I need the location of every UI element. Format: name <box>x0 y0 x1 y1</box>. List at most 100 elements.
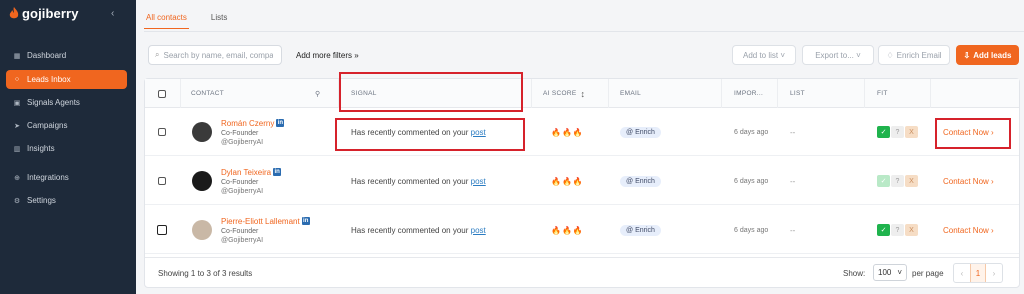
sidebar-item-label: Settings <box>27 196 56 205</box>
sidebar-item-integrations[interactable]: ⊕ Integrations <box>6 168 127 187</box>
ai-score-flames: 🔥🔥🔥 <box>551 127 584 137</box>
col-signal[interactable]: SIGNAL <box>351 79 377 108</box>
contact-role: Co-Founder <box>221 129 259 137</box>
add-leads-label: Add leads <box>973 50 1012 60</box>
row-checkbox[interactable] <box>158 177 166 185</box>
fit-yes-button[interactable]: ✓ <box>877 126 890 138</box>
sidebar: gojiberry ‹ ▦ Dashboard ○ Leads Inbox ▣ … <box>0 0 136 294</box>
sidebar-item-campaigns[interactable]: ➤ Campaigns <box>6 116 127 135</box>
table-header: CONTACT ⚲ SIGNAL AI SCORE ↕ EMAIL IMPOR.… <box>145 79 1019 108</box>
search-box[interactable]: ⌕ <box>148 45 282 65</box>
results-count: Showing 1 to 3 of 3 results <box>158 269 253 278</box>
imported-date: 6 days ago <box>734 128 769 136</box>
signal-post-link[interactable]: post <box>471 177 486 186</box>
ai-score-flames: 🔥🔥🔥 <box>551 225 584 235</box>
col-list[interactable]: LIST <box>790 79 805 108</box>
fit-unknown-button[interactable]: ? <box>891 175 904 187</box>
col-import[interactable]: IMPOR... <box>734 79 763 108</box>
select-all-cell <box>158 79 166 108</box>
contact-company: @GojiberryAI <box>221 187 264 195</box>
sidebar-item-leads-inbox[interactable]: ○ Leads Inbox <box>6 70 127 89</box>
contact-company: @GojiberryAI <box>221 138 264 146</box>
table-row[interactable]: Dylan Teixeira in Co-Founder @GojiberryAI… <box>145 157 1019 205</box>
robot-icon: ▣ <box>13 99 21 107</box>
sort-icon[interactable]: ↕ <box>580 89 585 99</box>
col-contact[interactable]: CONTACT <box>191 79 224 108</box>
tab-lists[interactable]: Lists <box>209 8 229 29</box>
filter-icon[interactable]: ⚲ <box>315 79 320 108</box>
col-ai-score[interactable]: AI SCORE ↕ <box>543 79 585 108</box>
search-icon: ⌕ <box>155 50 160 59</box>
inbox-icon: ○ <box>14 76 20 83</box>
contact-company: @GojiberryAI <box>221 236 264 244</box>
fit-buttons: ✓ ? X <box>877 224 918 236</box>
row-checkbox[interactable] <box>158 128 166 136</box>
chevron-down-icon: ˅ <box>897 268 902 277</box>
avatar <box>192 220 212 240</box>
table-row[interactable]: Pierre-Eliott Lallemant in Co-Founder @Go… <box>145 206 1019 254</box>
contact-now-button[interactable]: Contact Now › <box>943 206 994 254</box>
per-page-select[interactable]: 100 ˅ <box>873 264 907 281</box>
linkedin-icon[interactable]: in <box>273 167 282 176</box>
contact-name[interactable]: Román Czerny <box>221 119 274 128</box>
add-more-filters-button[interactable]: Add more filters » <box>296 51 359 60</box>
enrich-email-pill[interactable]: @ Enrich <box>620 224 661 236</box>
tab-all-contacts[interactable]: All contacts <box>144 8 189 29</box>
sidebar-nav: ▦ Dashboard ○ Leads Inbox ▣ Signals Agen… <box>6 46 127 210</box>
gojiberry-logo-icon <box>9 7 19 19</box>
tabs: All contacts Lists <box>144 8 229 29</box>
tabs-divider <box>144 31 1024 32</box>
sidebar-item-settings[interactable]: ⚙ Settings <box>6 191 127 210</box>
sidebar-item-dashboard[interactable]: ▦ Dashboard <box>6 46 127 65</box>
enrich-email-button[interactable]: ♢ Enrich Email <box>878 45 950 65</box>
avatar <box>192 122 212 142</box>
contact-now-button[interactable]: Contact Now › <box>943 108 994 156</box>
company-name: GojiberryAI <box>228 187 264 195</box>
signal-post-link[interactable]: post <box>471 128 486 137</box>
col-fit[interactable]: FIT <box>877 79 888 108</box>
brand[interactable]: gojiberry <box>9 6 79 21</box>
enrich-email-pill[interactable]: @ Enrich <box>620 175 661 187</box>
enrich-email-pill[interactable]: @ Enrich <box>620 126 661 138</box>
search-input[interactable] <box>163 50 274 60</box>
contact-now-button[interactable]: Contact Now › <box>943 157 994 205</box>
bulb-icon: ♢ <box>886 50 894 60</box>
signal-post-link[interactable]: post <box>471 226 486 235</box>
table-row[interactable]: Román Czerny in Co-Founder @GojiberryAI H… <box>145 108 1019 156</box>
per-page-label: per page <box>912 269 944 278</box>
row-checkbox[interactable] <box>157 225 167 235</box>
contact-name[interactable]: Dylan Teixeira <box>221 168 271 177</box>
add-leads-button[interactable]: ⇩ Add leads <box>956 45 1019 65</box>
sidebar-item-signals-agents[interactable]: ▣ Signals Agents <box>6 93 127 112</box>
export-button[interactable]: Export to... ˅ <box>802 45 874 65</box>
sidebar-item-insights[interactable]: ▥ Insights <box>6 139 127 158</box>
list-value: -- <box>790 176 796 186</box>
chevron-left-icon[interactable]: ‹ <box>111 8 114 19</box>
contact-name[interactable]: Pierre-Eliott Lallemant <box>221 217 300 226</box>
fit-unknown-button[interactable]: ? <box>891 224 904 236</box>
signal-text: Has recently commented on your <box>351 127 469 137</box>
fit-no-button[interactable]: X <box>905 126 918 138</box>
show-label: Show: <box>843 269 866 278</box>
fit-yes-button[interactable]: ✓ <box>877 224 890 236</box>
add-to-list-button[interactable]: Add to list ˅ <box>732 45 796 65</box>
download-icon: ⇩ <box>963 50 971 60</box>
select-all-checkbox[interactable] <box>158 89 166 98</box>
avatar <box>192 171 212 191</box>
fit-unknown-button[interactable]: ? <box>891 126 904 138</box>
sidebar-item-label: Integrations <box>27 173 69 182</box>
linkedin-icon[interactable]: in <box>276 118 285 127</box>
fit-yes-button[interactable]: ✓ <box>877 175 890 187</box>
table-footer: Showing 1 to 3 of 3 results Show: 100 ˅ … <box>145 257 1019 287</box>
chart-icon: ▥ <box>13 145 21 153</box>
fit-no-button[interactable]: X <box>905 175 918 187</box>
page-1-button[interactable]: 1 <box>970 264 986 282</box>
linkedin-icon[interactable]: in <box>301 216 310 225</box>
signal-text: Has recently commented on your <box>351 176 469 186</box>
fit-no-button[interactable]: X <box>905 224 918 236</box>
col-email[interactable]: EMAIL <box>620 79 641 108</box>
sidebar-item-label: Campaigns <box>27 121 68 130</box>
next-page-button[interactable]: › <box>986 264 1002 282</box>
contacts-table: CONTACT ⚲ SIGNAL AI SCORE ↕ EMAIL IMPOR.… <box>144 72 1020 288</box>
prev-page-button[interactable]: ‹ <box>954 264 970 282</box>
